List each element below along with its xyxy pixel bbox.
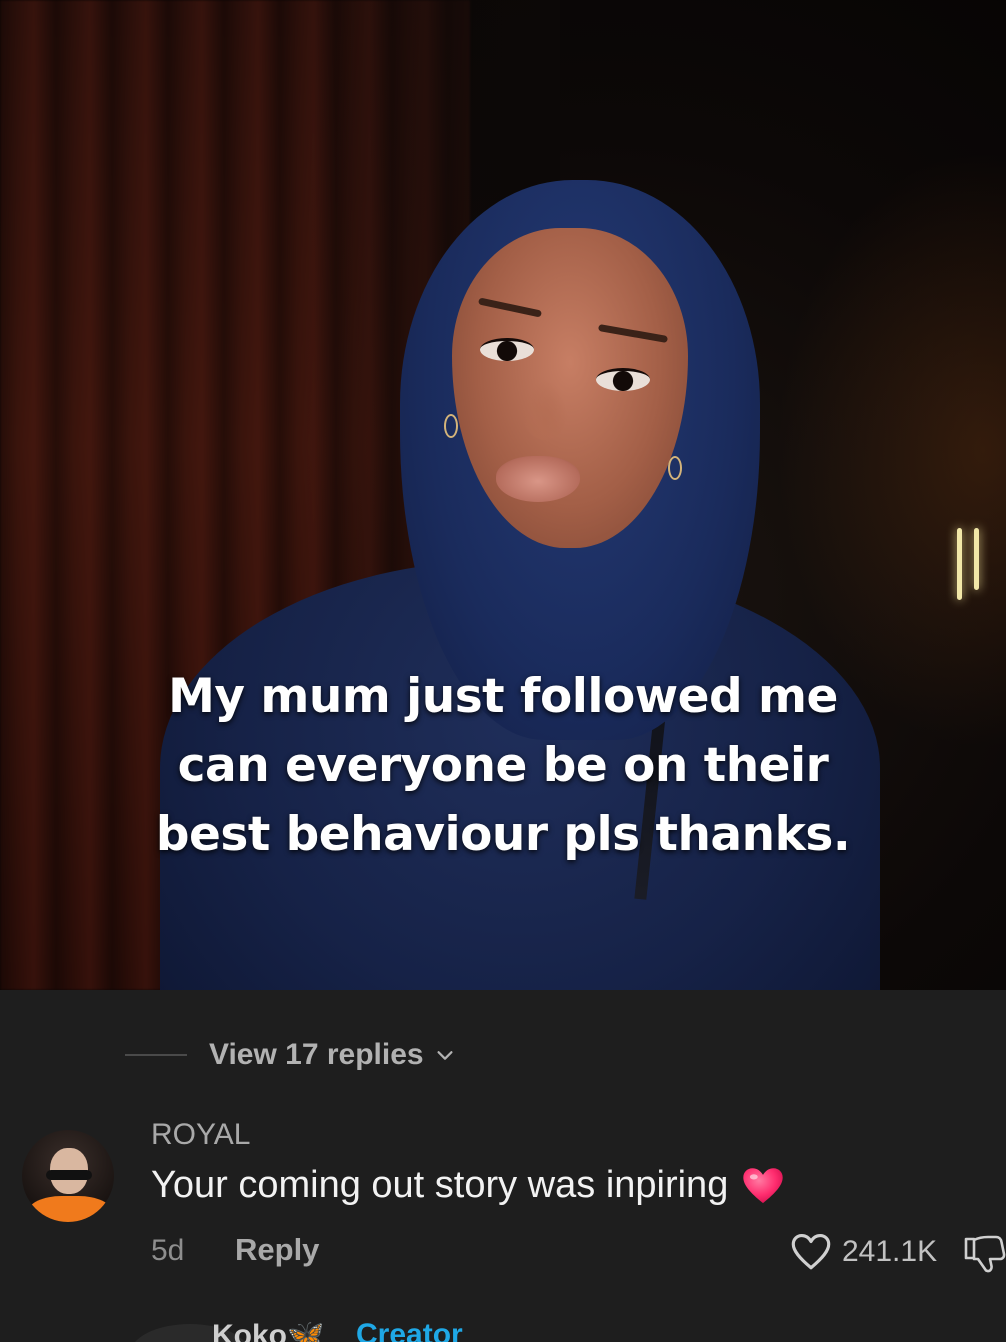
comment-timestamp: 5d: [151, 1234, 185, 1267]
earring: [444, 414, 458, 438]
creator-badge: Creator: [356, 1318, 463, 1342]
comment-username[interactable]: ROYAL: [151, 1118, 250, 1152]
person-eye: [480, 338, 534, 361]
comment-text: Your coming out story was inpiring: [151, 1164, 729, 1206]
avatar[interactable]: [22, 1130, 114, 1222]
caption-line: My mum just followed me: [168, 669, 838, 724]
comment-body: Your coming out story was inpiring: [151, 1164, 784, 1207]
thumbs-down-icon: [964, 1235, 1006, 1273]
like-count: 241.1K: [842, 1235, 938, 1268]
next-comment-username[interactable]: Koko🦋: [212, 1318, 324, 1342]
neon-light: [957, 528, 962, 600]
caption-line: best behaviour pls thanks.: [155, 807, 851, 862]
replies-divider: [125, 1054, 187, 1056]
view-replies-label: View 17 replies: [209, 1038, 424, 1071]
earring: [668, 456, 682, 480]
avatar-shirt: [28, 1196, 112, 1222]
heart-outline-icon: [791, 1234, 831, 1270]
person-lips: [496, 456, 580, 502]
caption-line: can everyone be on their: [177, 738, 829, 793]
dislike-button[interactable]: [962, 1234, 1006, 1274]
person-nose: [522, 380, 568, 440]
video-frame[interactable]: My mum just followed me can everyone be …: [0, 0, 1006, 990]
chevron-down-icon: [437, 1051, 453, 1060]
view-replies-button[interactable]: View 17 replies: [125, 1028, 456, 1082]
comments-panel: View 17 replies ROYAL Your coming out st…: [0, 990, 1006, 1342]
neon-light: [974, 528, 979, 590]
avatar-glasses: [46, 1170, 92, 1180]
like-button[interactable]: 241.1K: [790, 1232, 937, 1272]
heart-emoji-icon: [743, 1167, 784, 1203]
reply-button[interactable]: Reply: [235, 1232, 319, 1268]
video-caption: My mum just followed me can everyone be …: [100, 662, 906, 869]
person-eye: [596, 368, 650, 391]
